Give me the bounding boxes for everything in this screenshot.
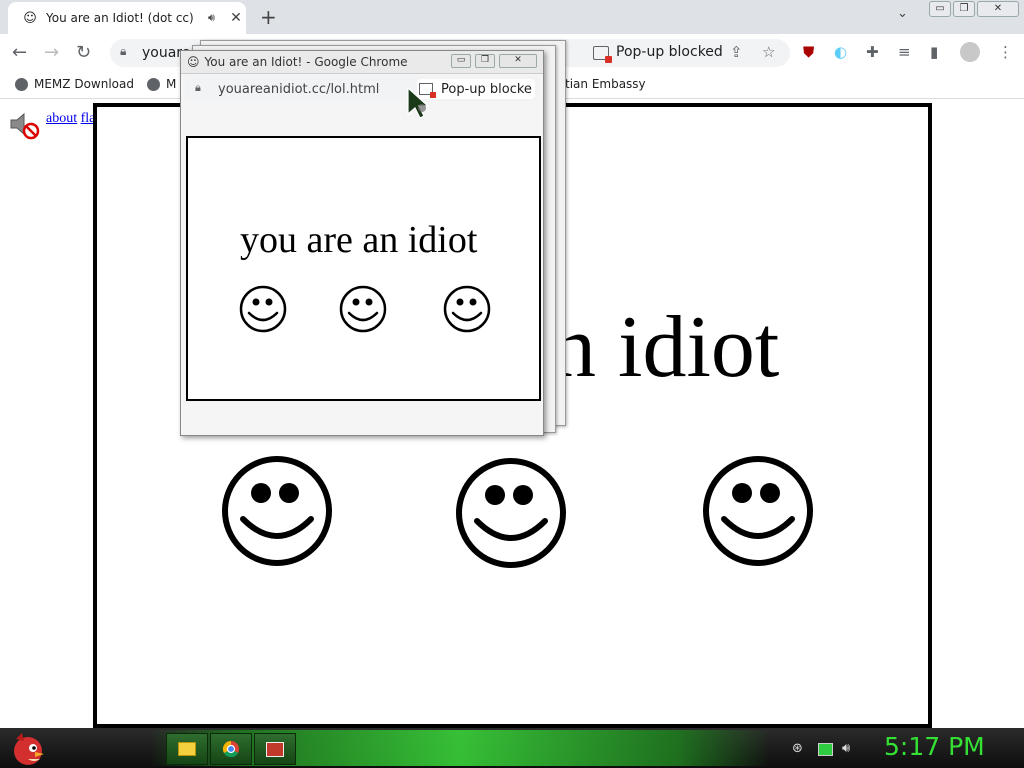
- angry-bird-start-icon[interactable]: [8, 729, 46, 767]
- globe-icon: [147, 77, 160, 91]
- smiley-face-icon: [222, 456, 332, 566]
- mouse-cursor-icon: [407, 86, 430, 119]
- lock-icon[interactable]: 🔒︎: [120, 44, 126, 59]
- smiley-face-icon: [239, 285, 287, 333]
- side-panel-icon[interactable]: ▮: [930, 43, 938, 61]
- muted-speaker-icon[interactable]: [8, 110, 40, 140]
- battery-icon[interactable]: [818, 743, 833, 756]
- taskbar-app-button[interactable]: [254, 733, 296, 765]
- chrome-icon: [222, 740, 239, 758]
- close-tab-icon[interactable]: ✕: [226, 10, 246, 26]
- about-link[interactable]: about: [46, 111, 77, 126]
- bookmark-m[interactable]: M: [147, 77, 176, 91]
- restore-button[interactable]: ❐: [953, 1, 975, 17]
- smiley-icon: ☺: [187, 55, 200, 69]
- ublock-icon[interactable]: ⛊: [803, 43, 814, 61]
- profile-avatar[interactable]: [960, 42, 980, 62]
- bookmark-embassy[interactable]: tian Embassy: [565, 77, 646, 91]
- browser-tab[interactable]: ☺ You are an Idiot! (dot cc) 🔊︎ ✕: [8, 2, 246, 34]
- extensions-puzzle-icon[interactable]: ✚: [866, 43, 879, 61]
- popup-close-button[interactable]: ✕: [499, 54, 537, 68]
- app-icon: [266, 741, 284, 757]
- media-control-icon[interactable]: ≡: [898, 43, 911, 61]
- taskbar-folder-button[interactable]: [166, 733, 208, 765]
- smiley-face-icon: [443, 285, 491, 333]
- share-icon[interactable]: ⇪: [730, 43, 743, 61]
- popup-blocked-chip[interactable]: Pop-up blocke: [417, 79, 535, 99]
- new-tab-button[interactable]: +: [260, 5, 277, 29]
- minimize-button[interactable]: ▭: [929, 1, 951, 17]
- popup-blocked-label[interactable]: Pop-up blocked: [616, 44, 723, 60]
- network-icon[interactable]: ⊛: [792, 741, 803, 756]
- popup-title: You are an Idiot! - Google Chrome: [204, 55, 408, 69]
- smiley-face-icon: [703, 456, 813, 566]
- big-idiot-text: n idiot: [552, 299, 780, 396]
- volume-icon[interactable]: 🔊︎: [842, 741, 850, 756]
- popup-window[interactable]: ☺ You are an Idiot! - Google Chrome ▭ ❐ …: [180, 50, 544, 436]
- bookmark-memz[interactable]: MEMZ Download: [15, 77, 134, 91]
- tab-title: You are an Idiot! (dot cc): [46, 11, 194, 25]
- menu-icon[interactable]: ⋮: [998, 43, 1013, 61]
- popup-url: youareanidiot.cc/lol.html: [218, 82, 380, 97]
- popup-blocked-icon[interactable]: [593, 46, 612, 63]
- back-icon[interactable]: ←: [12, 42, 27, 63]
- star-icon[interactable]: ☆: [762, 43, 775, 61]
- taskbar-chrome-button[interactable]: [210, 733, 252, 765]
- lock-icon: 🔒︎: [195, 81, 201, 94]
- smiley-face-icon: [456, 458, 566, 568]
- popup-minimize-button[interactable]: ▭: [451, 54, 471, 68]
- smiley-face-icon: [339, 285, 387, 333]
- popup-restore-button[interactable]: ❐: [475, 54, 495, 68]
- forward-icon[interactable]: →: [44, 42, 59, 63]
- folder-icon: [178, 742, 196, 756]
- globe-icon: [15, 77, 28, 91]
- popup-content-frame: you are an idiot: [186, 136, 541, 401]
- speaker-icon[interactable]: 🔊︎: [208, 11, 226, 25]
- taskbar-clock[interactable]: 5:17 PM: [884, 732, 985, 761]
- smiley-icon: ☺: [23, 10, 37, 26]
- chevron-down-icon[interactable]: ⌄: [897, 6, 908, 21]
- close-window-button[interactable]: ✕: [977, 1, 1019, 17]
- extension-flag-icon[interactable]: ◐: [834, 43, 847, 61]
- popup-idiot-text: you are an idiot: [240, 219, 478, 261]
- reload-icon[interactable]: ↻: [76, 42, 91, 63]
